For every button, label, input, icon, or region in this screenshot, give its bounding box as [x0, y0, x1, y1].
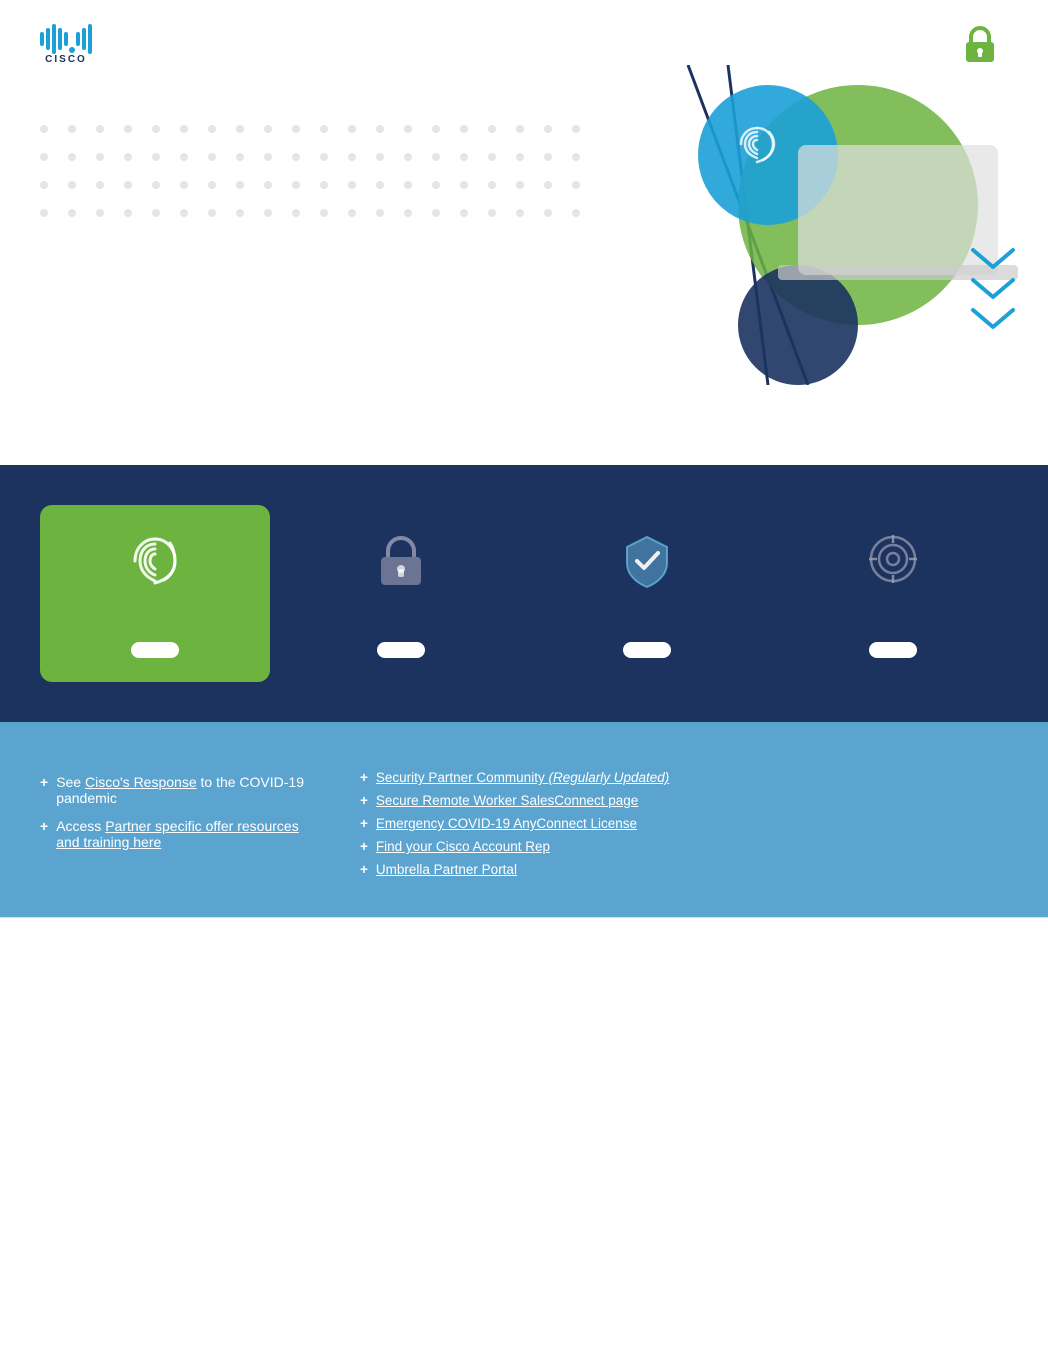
hero-section: const dotsGrid = document.querySelector(…	[0, 65, 1048, 405]
partner-resources-link[interactable]: Partner specific offer resources and tra…	[56, 818, 299, 850]
account-rep-link[interactable]: Find your Cisco Account Rep	[376, 839, 550, 854]
chevrons-decoration	[968, 245, 1018, 333]
partner-left-column: See Cisco's Response to the COVID-19 pan…	[40, 754, 320, 885]
partner-item-covid: See Cisco's Response to the COVID-19 pan…	[40, 774, 320, 806]
umbrella-learn-more-button[interactable]	[623, 642, 671, 658]
anyconnect-learn-more-button[interactable]	[377, 642, 425, 658]
lock-header-icon	[962, 24, 998, 69]
partner-resources-section: See Cisco's Response to the COVID-19 pan…	[0, 722, 1048, 917]
cisco-response-link[interactable]: Cisco's Response	[85, 774, 197, 790]
main-content	[0, 425, 1048, 445]
umbrella-partner-link[interactable]: Umbrella Partner Portal	[376, 862, 517, 877]
amp-card	[778, 505, 1008, 682]
duo-card	[40, 505, 270, 682]
umbrella-card	[532, 505, 762, 682]
partner-link-item-account-rep: Find your Cisco Account Rep	[360, 839, 1008, 854]
duo-fingerprint-icon	[127, 533, 183, 594]
partner-item-training: Access Partner specific offer resources …	[40, 818, 320, 850]
security-community-link[interactable]: Security Partner Community (Regularly Up…	[376, 770, 669, 785]
umbrella-shield-icon	[621, 533, 673, 594]
hero-graphics	[488, 65, 1048, 385]
salesconnect-link[interactable]: Secure Remote Worker SalesConnect page	[376, 793, 638, 808]
partner-right-column: Security Partner Community (Regularly Up…	[360, 754, 1008, 885]
anyconnect-lock-icon	[375, 533, 427, 594]
page-footer	[0, 917, 1048, 950]
duo-learn-more-button[interactable]	[131, 642, 179, 658]
amp-target-icon	[867, 533, 919, 590]
page-header: CISCO	[0, 0, 1048, 65]
anyconnect-card	[286, 505, 516, 682]
partner-links-list: Security Partner Community (Regularly Up…	[360, 770, 1008, 877]
amp-learn-more-button[interactable]	[869, 642, 917, 658]
partner-link-item-umbrella: Umbrella Partner Portal	[360, 862, 1008, 877]
covid-anyconnect-link[interactable]: Emergency COVID-19 AnyConnect License	[376, 816, 637, 831]
cisco-wordmark: CISCO	[45, 54, 87, 65]
partner-link-item-anyconnect: Emergency COVID-19 AnyConnect License	[360, 816, 1008, 831]
hero-lines-svg	[488, 65, 1048, 385]
cisco-logo: CISCO	[40, 24, 108, 65]
cisco-logo-svg	[40, 24, 92, 54]
partner-left-list: See Cisco's Response to the COVID-19 pan…	[40, 774, 320, 850]
product-cards-section	[0, 465, 1048, 722]
fingerprint-hero-icon	[733, 120, 781, 178]
partner-link-item-salesconnect: Secure Remote Worker SalesConnect page	[360, 793, 1008, 808]
partner-link-item-community: Security Partner Community (Regularly Up…	[360, 770, 1008, 785]
